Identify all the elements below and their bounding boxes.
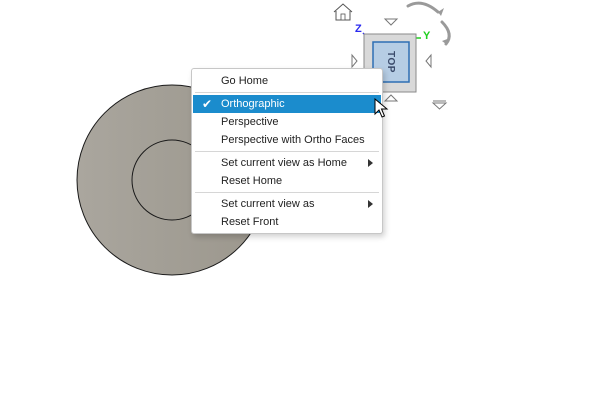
menu-item-label: Go Home [221, 75, 269, 87]
z-axis-label: Z [355, 23, 362, 35]
viewcube-arrow-right-icon[interactable] [425, 53, 432, 69]
menu-item-label: Reset Home [221, 175, 283, 187]
mouse-cursor-icon [374, 98, 389, 118]
menu-item-label: Reset Front [221, 216, 279, 228]
menu-item-label: Set current view as [221, 198, 315, 210]
menu-item-perspective-ortho-faces[interactable]: Perspective with Ortho Faces [193, 131, 381, 149]
submenu-arrow-icon [368, 159, 373, 167]
menu-item-label: Set current view as Home [221, 157, 347, 169]
menu-item-reset-home[interactable]: Reset Home [193, 172, 381, 190]
viewcube-arrow-left-icon[interactable] [351, 53, 358, 69]
menu-separator [195, 92, 379, 93]
canvas-viewport[interactable]: Z Y TOP Go Home ✔ Orthographic Perspecti… [0, 0, 600, 410]
menu-item-go-home[interactable]: Go Home [193, 72, 381, 90]
menu-item-orthographic[interactable]: ✔ Orthographic [193, 95, 381, 113]
menu-item-label: Perspective with Ortho Faces [221, 134, 365, 146]
home-icon[interactable] [333, 3, 353, 21]
menu-separator [195, 151, 379, 152]
menu-item-set-view-home[interactable]: Set current view as Home [193, 154, 381, 172]
submenu-arrow-icon [368, 200, 373, 208]
menu-item-set-view-as[interactable]: Set current view as [193, 195, 381, 213]
menu-separator [195, 192, 379, 193]
y-axis-label: Y [423, 30, 431, 42]
checkmark-icon: ✔ [202, 97, 213, 111]
menu-item-label: Perspective [221, 116, 279, 128]
viewcube-context-menu: Go Home ✔ Orthographic Perspective Persp… [191, 68, 383, 234]
menu-item-reset-front[interactable]: Reset Front [193, 213, 381, 231]
viewcube-menu-icon[interactable] [431, 100, 448, 110]
viewcube-arrow-up-icon[interactable] [383, 18, 399, 26]
menu-item-label: Orthographic [221, 98, 285, 110]
menu-item-perspective[interactable]: Perspective [193, 113, 381, 131]
